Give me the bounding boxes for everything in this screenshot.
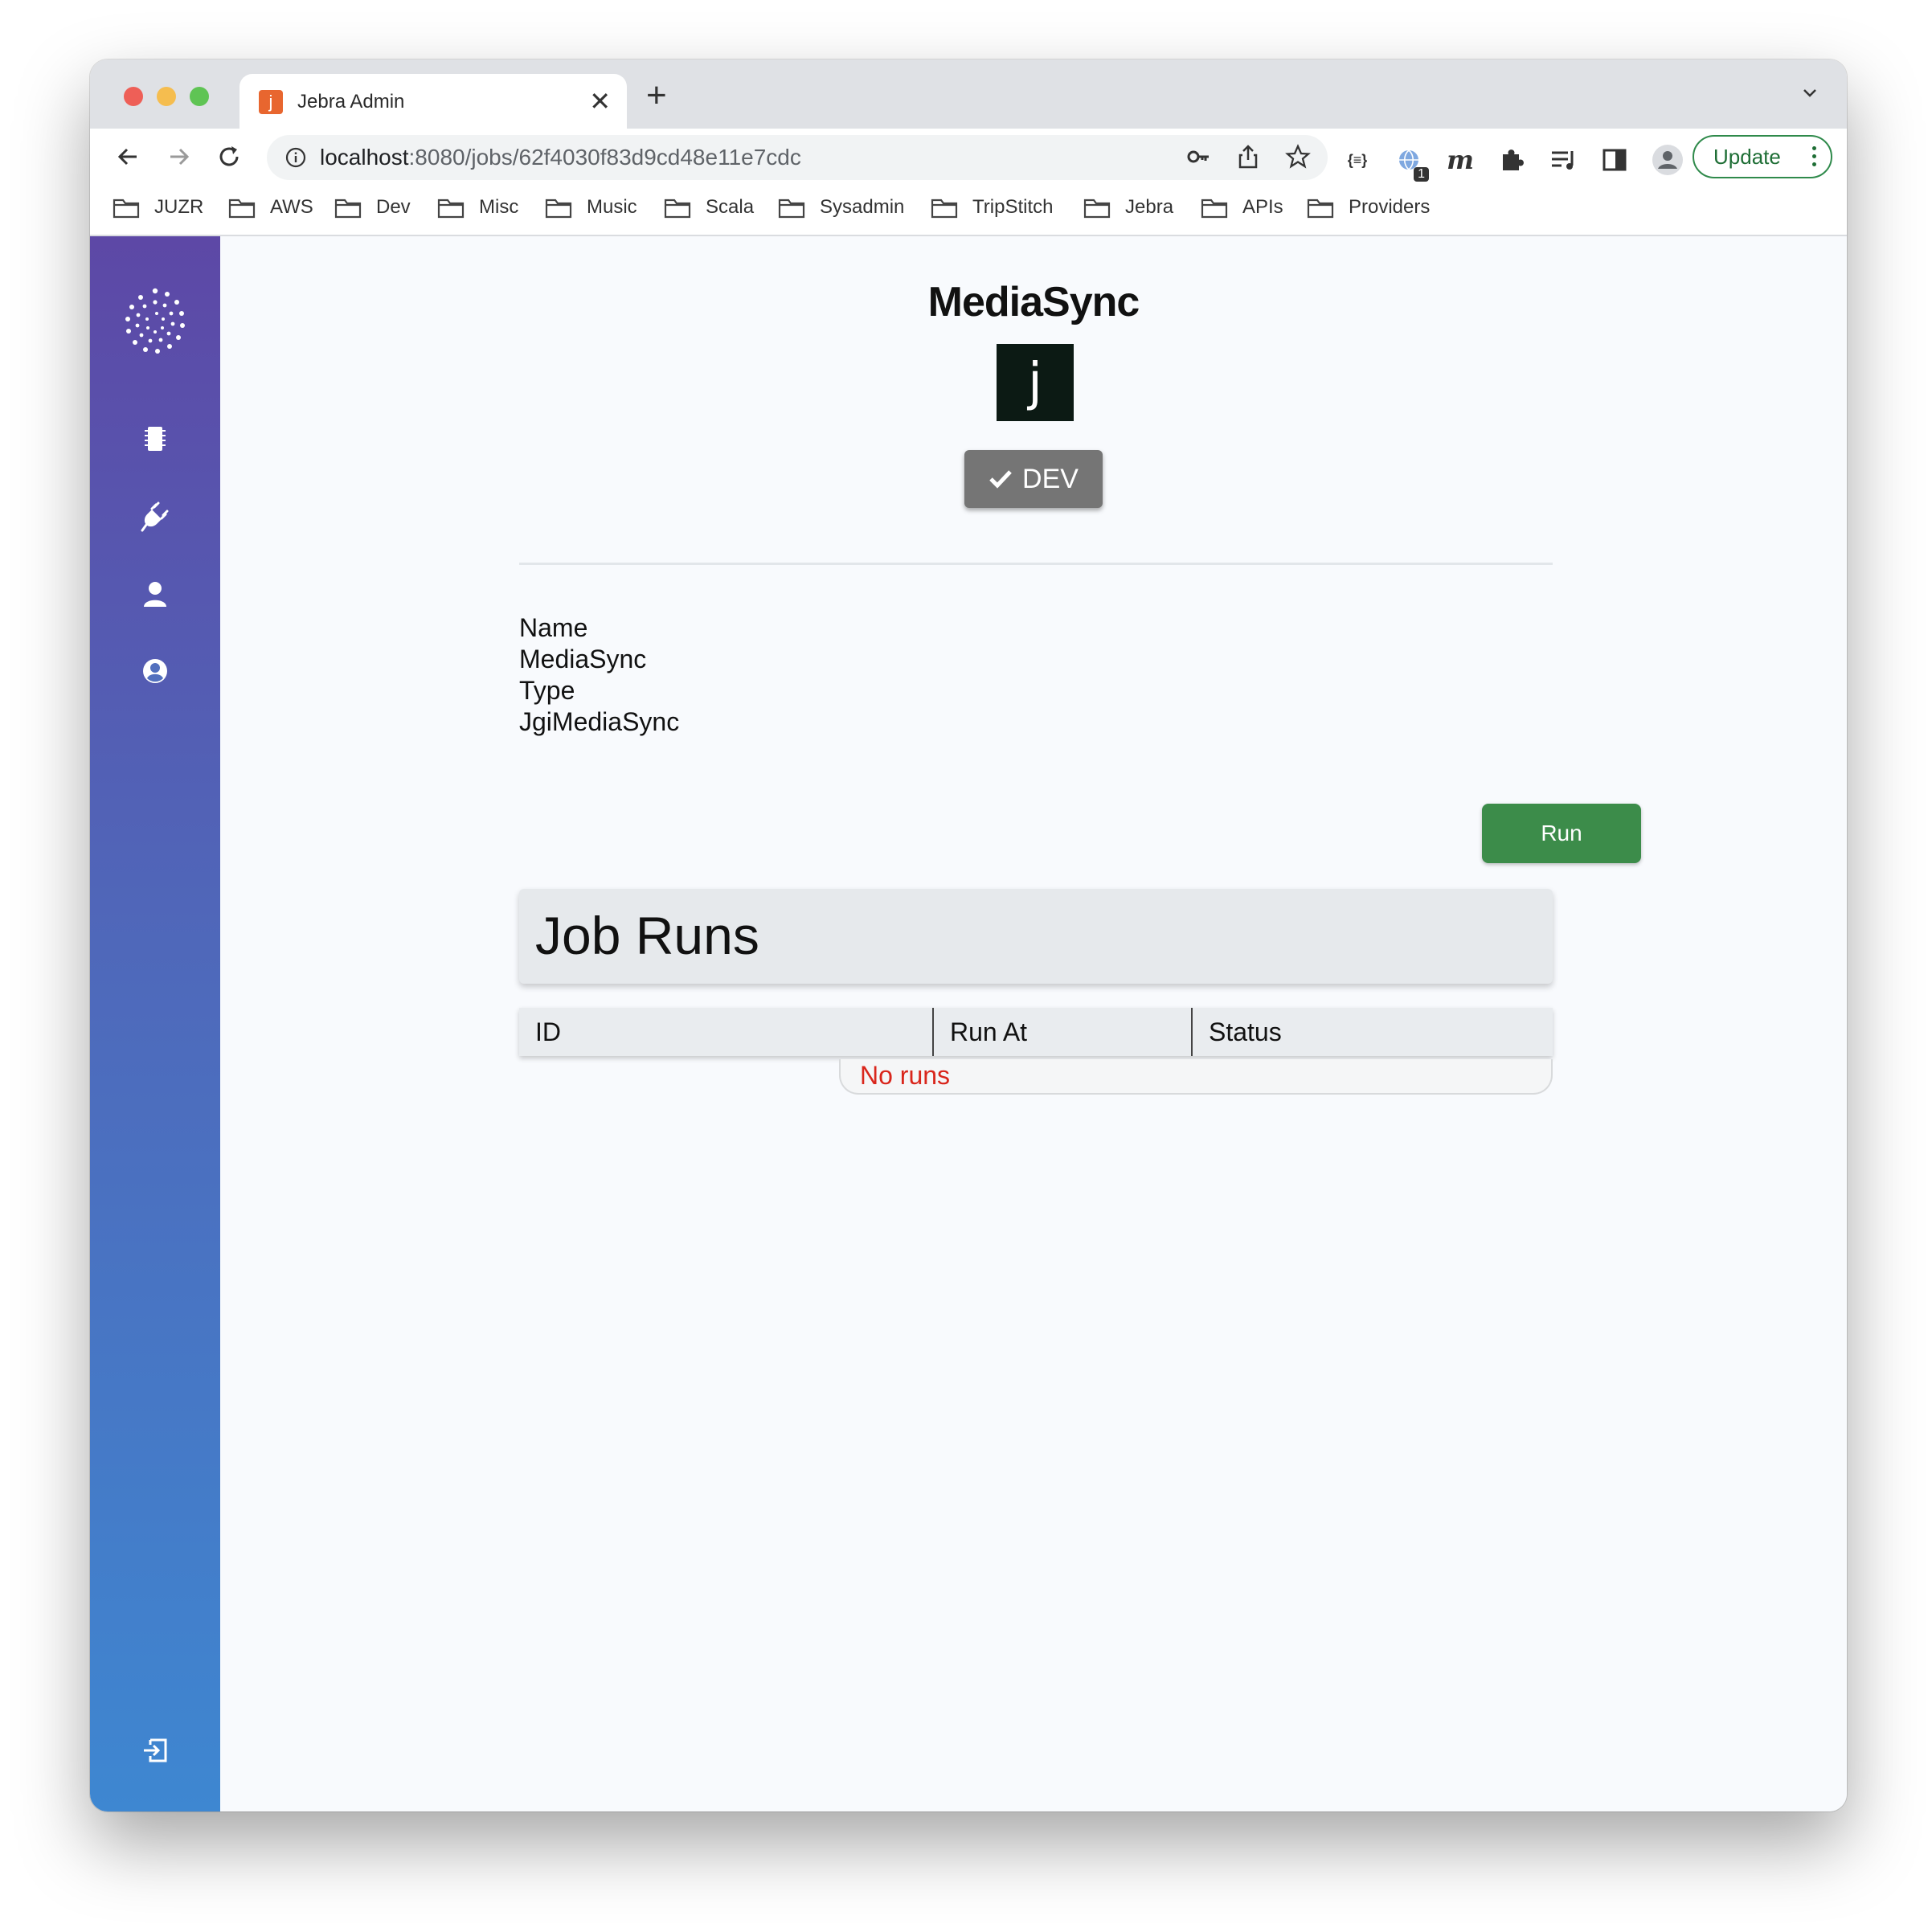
bookmark-label: Sysadmin: [820, 196, 905, 218]
bookmark-label: JUZR: [154, 196, 204, 218]
extension-badge: 1: [1414, 167, 1429, 182]
plug-icon[interactable]: [141, 501, 170, 532]
browser-toolbar: localhost:8080/jobs/62f4030f83d9cd48e11e…: [90, 129, 1847, 185]
back-icon[interactable]: [113, 141, 143, 172]
bookmark-folder-music[interactable]: Music: [545, 196, 637, 219]
json-formatter-icon[interactable]: {≡}: [1342, 145, 1373, 175]
bookmark-label: Jebra: [1125, 196, 1174, 218]
address-bar[interactable]: localhost:8080/jobs/62f4030f83d9cd48e11e…: [267, 135, 1328, 180]
zoom-window-button[interactable]: [190, 87, 209, 106]
bookmark-label: Music: [587, 196, 637, 218]
run-button[interactable]: Run: [1482, 804, 1641, 863]
site-info-icon[interactable]: [284, 146, 307, 169]
bookmark-label: Dev: [376, 196, 411, 218]
reading-list-icon[interactable]: [1548, 145, 1578, 175]
env-dev-button[interactable]: DEV: [964, 450, 1103, 508]
bookmark-folder-jebra[interactable]: Jebra: [1083, 196, 1173, 219]
folder-icon: [228, 199, 256, 219]
bookmark-label: Misc: [479, 196, 519, 218]
column-header-status[interactable]: Status: [1191, 1008, 1553, 1056]
empty-runs-message: No runs: [839, 1059, 1553, 1095]
window-controls: [124, 87, 209, 106]
job-details: Name MediaSync Type JgiMediaSync: [519, 612, 679, 738]
url-host: localhost: [320, 145, 409, 170]
section-divider: [519, 563, 1553, 565]
bookmark-folder-aws[interactable]: AWS: [228, 196, 313, 219]
profile-avatar-icon[interactable]: [1651, 143, 1684, 177]
user-icon[interactable]: [143, 580, 167, 608]
bookmark-folder-dev[interactable]: Dev: [334, 196, 411, 219]
close-tab-icon[interactable]: ✕: [589, 87, 611, 116]
bookmark-folder-juzr[interactable]: JUZR: [113, 196, 203, 219]
chip-icon[interactable]: [143, 424, 167, 453]
folder-icon: [931, 199, 958, 219]
bookmark-label: TripStitch: [972, 196, 1054, 218]
jebra-logo-icon[interactable]: [121, 283, 190, 360]
forward-icon[interactable]: [164, 141, 194, 172]
name-label: Name: [519, 613, 588, 642]
bookmark-folder-scala[interactable]: Scala: [664, 196, 754, 219]
folder-icon: [437, 199, 465, 219]
tab-search-chevron-icon[interactable]: [1800, 84, 1819, 103]
side-panel-icon[interactable]: [1599, 145, 1630, 175]
bookmark-label: Scala: [706, 196, 755, 218]
extensions-puzzle-icon[interactable]: [1496, 145, 1527, 175]
folder-icon: [664, 199, 691, 219]
account-circle-icon[interactable]: [141, 657, 169, 685]
tab-jebra-admin[interactable]: j Jebra Admin ✕: [239, 74, 627, 130]
bookmark-star-icon[interactable]: [1284, 143, 1312, 170]
folder-icon: [334, 199, 362, 219]
bookmark-label: Providers: [1349, 196, 1431, 218]
bookmark-folder-tripstitch[interactable]: TripStitch: [931, 196, 1053, 219]
bookmarks-bar: JUZR AWS Dev Misc Music Scala Sysadmin T…: [90, 185, 1847, 236]
job-runs-title: Job Runs: [535, 906, 759, 965]
folder-icon: [1307, 199, 1334, 219]
folder-icon: [1083, 199, 1111, 219]
folder-icon: [778, 199, 805, 219]
m-extension-icon[interactable]: m: [1445, 145, 1476, 175]
type-label: Type: [519, 676, 575, 705]
bookmark-label: AWS: [270, 196, 313, 218]
page-title: MediaSync: [927, 279, 1140, 325]
bookmark-folder-misc[interactable]: Misc: [437, 196, 518, 219]
column-header-id[interactable]: ID: [519, 1008, 932, 1056]
env-label: DEV: [1022, 463, 1079, 494]
url-path: :8080/jobs/62f4030f83d9cd48e11e7cdc: [408, 145, 801, 170]
bookmark-folder-sysadmin[interactable]: Sysadmin: [778, 196, 904, 219]
column-header-run-at[interactable]: Run At: [932, 1008, 1191, 1056]
logout-icon[interactable]: [141, 1736, 170, 1765]
close-window-button[interactable]: [124, 87, 143, 106]
job-runs-header: Job Runs: [519, 889, 1553, 984]
folder-icon: [113, 199, 140, 219]
name-value: MediaSync: [519, 645, 647, 673]
bookmark-label: APIs: [1242, 196, 1283, 218]
type-value: JgiMediaSync: [519, 707, 680, 736]
app-sidebar: [90, 236, 220, 1811]
favicon-icon: j: [259, 90, 283, 114]
bookmark-folder-apis[interactable]: APIs: [1201, 196, 1283, 219]
url-text[interactable]: localhost:8080/jobs/62f4030f83d9cd48e11e…: [320, 145, 801, 170]
password-key-icon[interactable]: [1185, 143, 1212, 170]
update-label: Update: [1713, 144, 1781, 169]
update-button[interactable]: Update: [1693, 135, 1832, 178]
folder-icon: [1201, 199, 1228, 219]
minimize-window-button[interactable]: [157, 87, 176, 106]
tab-strip: j Jebra Admin ✕ +: [90, 59, 1847, 130]
browser-menu-icon[interactable]: [1812, 146, 1816, 166]
job-logo: j: [997, 344, 1074, 421]
job-runs-table-header: ID Run At Status: [519, 1008, 1553, 1056]
folder-icon: [545, 199, 572, 219]
tab-title: Jebra Admin: [297, 91, 405, 113]
main-content: MediaSync j DEV Name MediaSync Type JgiM…: [220, 236, 1847, 1811]
check-icon: [989, 470, 1012, 489]
browser-window: j Jebra Admin ✕ + localhost:8080/jobs/62…: [90, 59, 1847, 1811]
reload-icon[interactable]: [214, 141, 244, 172]
share-icon[interactable]: [1234, 143, 1262, 170]
new-tab-button[interactable]: +: [646, 76, 667, 116]
bookmark-folder-providers[interactable]: Providers: [1307, 196, 1430, 219]
globe-extension-icon[interactable]: 1: [1394, 145, 1429, 182]
